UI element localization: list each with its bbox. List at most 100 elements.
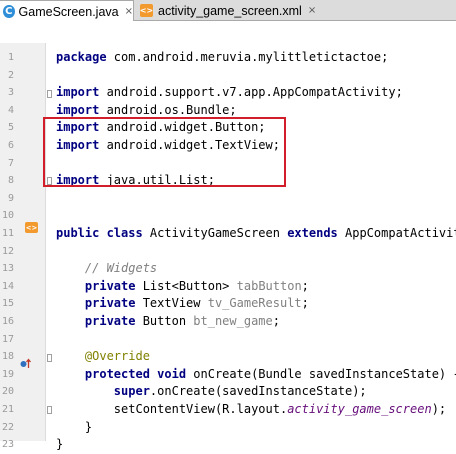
code-token: TextView <box>135 296 208 311</box>
code-token: extends <box>287 226 338 240</box>
close-icon[interactable]: × <box>125 6 133 17</box>
code-line[interactable]: 16 private Button bt_new_game; <box>0 313 456 331</box>
code-token: super <box>113 384 150 399</box>
line-number: 12 <box>1 245 14 257</box>
line-number: 14 <box>1 280 14 292</box>
code-token: android.support.v7.app.AppCompatActivity… <box>99 85 403 100</box>
line-number: 4 <box>7 104 14 116</box>
line-number: 23 <box>1 439 14 451</box>
tab-gamescreen-java[interactable]: C GameScreen.java × <box>0 0 134 22</box>
code-line[interactable]: 11 public class ActivityGameScreen extend… <box>0 225 456 243</box>
code-token: import <box>56 102 100 117</box>
code-token: protected void <box>84 366 187 381</box>
code-text: // Widgets <box>56 260 157 278</box>
line-number: 1 <box>7 52 14 63</box>
code-token: AppCompatActivity <box>337 226 456 240</box>
code-line[interactable]: 17 <box>0 331 456 349</box>
code-token: android.os.Bundle; <box>99 102 237 117</box>
code-token: ; <box>301 278 309 293</box>
import-highlight-box <box>43 117 286 187</box>
code-token: tv_GameResult <box>207 296 302 311</box>
code-token: setContentView(R.layout. <box>56 402 288 416</box>
code-line[interactable]: 15 private TextView tv_GameResult; <box>0 295 456 313</box>
code-line[interactable]: 12 <box>0 243 456 261</box>
line-number: 9 <box>7 192 14 204</box>
code-text: protected void onCreate(Bundle savedInst… <box>56 366 456 384</box>
code-line[interactable]: 19 protected void onCreate(Bundle savedI… <box>0 366 456 384</box>
line-number: 20 <box>1 386 14 398</box>
line-number: 17 <box>1 333 14 345</box>
close-icon[interactable]: × <box>308 5 316 16</box>
code-text: public class ActivityGameScreen extends … <box>56 225 456 243</box>
code-line[interactable]: 14 private List<Button> tabButton; <box>0 278 456 296</box>
java-class-icon: C <box>3 5 15 18</box>
code-line[interactable]: 22 } <box>0 419 456 437</box>
line-number: 19 <box>1 368 14 380</box>
line-number: 22 <box>1 421 14 433</box>
fold-marker-icon[interactable] <box>47 354 52 362</box>
code-token: private <box>84 278 136 293</box>
line-number: 7 <box>7 157 14 169</box>
code-token: } <box>56 419 93 434</box>
override-up-arrow-icon[interactable] <box>20 357 32 369</box>
code-line[interactable]: 20 super.onCreate(savedInstanceState); <box>0 383 456 401</box>
code-token: Button <box>135 314 194 328</box>
code-token: // Widgets <box>56 261 158 276</box>
code-token: ); <box>431 402 447 416</box>
line-number: 3 <box>7 87 14 99</box>
code-token: } <box>56 437 64 452</box>
code-token: bt_new_game <box>193 314 273 328</box>
code-line[interactable]: 18 @Override <box>0 348 456 366</box>
code-token: package <box>56 50 107 64</box>
code-token: ActivityGameScreen <box>142 226 288 240</box>
code-line[interactable]: 2 <box>0 67 456 85</box>
line-number: 11 <box>1 228 14 239</box>
code-line[interactable]: 13 // Widgets <box>0 260 456 278</box>
editor-top-padding <box>0 21 456 43</box>
code-token: tabButton <box>236 278 302 293</box>
line-number: 18 <box>1 351 14 363</box>
code-text: private TextView tv_GameResult; <box>56 295 309 313</box>
fold-marker-icon[interactable] <box>47 406 52 414</box>
code-token: private <box>84 314 136 328</box>
code-token: onCreate(Bundle savedInstanceState) { <box>186 366 456 381</box>
code-token: List<Button> <box>135 278 237 293</box>
code-line[interactable]: 9 <box>0 190 456 208</box>
xml-layout-icon: <> <box>139 4 154 17</box>
fold-marker-icon[interactable] <box>47 90 52 98</box>
code-text: private Button bt_new_game; <box>56 313 280 331</box>
tab-activity-game-screen-xml[interactable]: <> activity_game_screen.xml × <box>140 0 320 21</box>
editor-tab-bar: C GameScreen.java × <> activity_game_scr… <box>0 0 456 22</box>
code-text: setContentView(R.layout.activity_game_sc… <box>56 401 446 419</box>
code-line[interactable]: 10 <box>0 207 456 225</box>
tab-label: GameScreen.java <box>18 4 119 19</box>
line-number: 2 <box>7 69 14 81</box>
code-line[interactable]: 3 import android.support.v7.app.AppCompat… <box>0 84 456 102</box>
code-line[interactable]: 23} <box>0 436 456 454</box>
code-line[interactable]: 21 setContentView(R.layout.activity_game… <box>0 401 456 419</box>
line-number: 15 <box>1 298 14 310</box>
class-marker-icon[interactable]: <> <box>25 222 38 233</box>
code-text: import android.support.v7.app.AppCompatA… <box>56 84 403 102</box>
code-token: public class <box>56 226 143 240</box>
code-token: .onCreate(savedInstanceState); <box>149 384 367 399</box>
code-text: private List<Button> tabButton; <box>56 278 309 296</box>
code-token: ; <box>272 314 280 328</box>
code-text: } <box>56 436 63 454</box>
code-text: super.onCreate(savedInstanceState); <box>56 383 367 401</box>
code-line[interactable]: 1 package com.android.meruvia.mylittletic… <box>0 49 456 67</box>
line-number: 21 <box>1 404 14 415</box>
code-token: ; <box>301 296 309 311</box>
code-token: private <box>84 296 136 311</box>
line-number: 13 <box>1 263 14 275</box>
line-number: 16 <box>1 316 14 327</box>
line-number: 5 <box>7 122 14 134</box>
tab-label: activity_game_screen.xml <box>158 3 302 18</box>
code-text: @Override <box>56 348 150 366</box>
code-token: com.android.meruvia.mylittletictactoe; <box>106 50 389 64</box>
